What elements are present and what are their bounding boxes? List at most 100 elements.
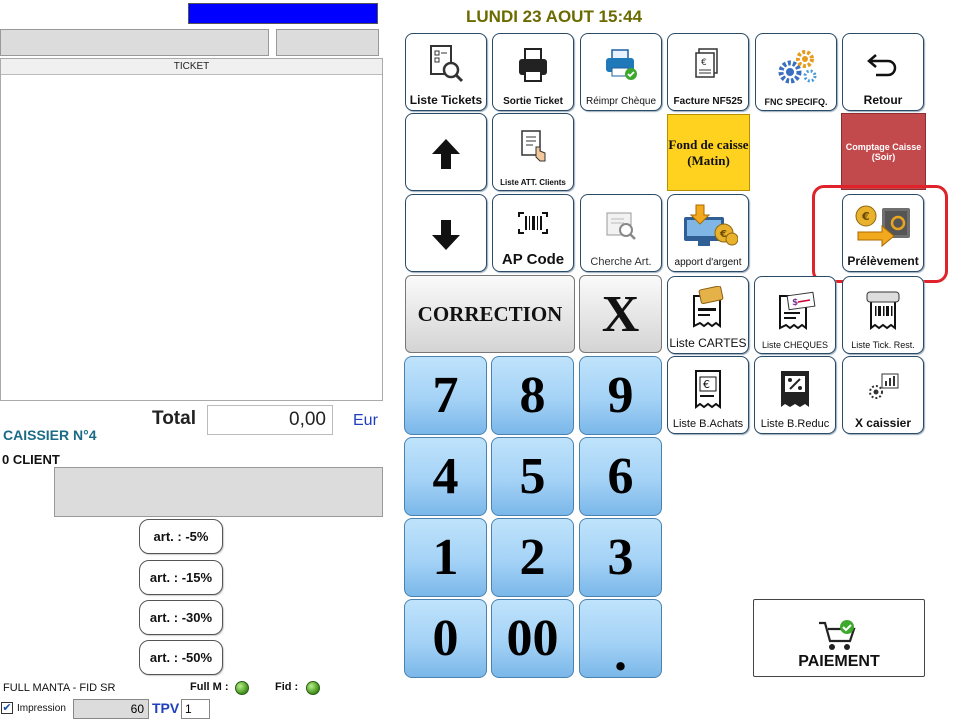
liste-att-clients-label: Liste ATT. Clients: [500, 178, 566, 187]
key-7[interactable]: 7: [404, 356, 487, 435]
key-decimal[interactable]: .: [579, 599, 662, 682]
key-2[interactable]: 2: [491, 518, 574, 597]
ap-code-label: AP Code: [501, 251, 565, 268]
status-bar-blue: [188, 3, 378, 24]
cart-check-icon: [819, 620, 856, 650]
cheque-receipt-icon: $: [779, 291, 816, 330]
sortie-ticket-button[interactable]: Sortie Ticket: [492, 33, 574, 111]
apport-argent-button[interactable]: € apport d'argent: [667, 194, 749, 272]
barcode-icon: [518, 212, 548, 234]
fid-status-icon: [306, 681, 320, 695]
fnc-specif-button[interactable]: FNC SPECIFQ.: [755, 33, 837, 111]
x-caissier-label: X caissier: [854, 416, 912, 430]
retour-label: Retour: [863, 93, 903, 107]
full-m-status-icon: [235, 681, 249, 695]
key-3[interactable]: 3: [579, 518, 662, 597]
paiement-button[interactable]: PAIEMENT: [753, 599, 925, 677]
mode-label: FULL MANTA - FID SR: [3, 682, 116, 694]
invoice-euro-icon: €: [695, 48, 718, 78]
fnc-specif-label: FNC SPECIFQ.: [764, 97, 828, 107]
retour-button[interactable]: Retour: [842, 33, 924, 111]
printer-check-icon: [606, 49, 637, 80]
total-label: Total: [152, 408, 196, 429]
prelevement-highlight: [812, 185, 948, 283]
total-value: 0,00: [207, 405, 333, 435]
print-count-field[interactable]: 60: [73, 699, 149, 719]
arrow-up-icon: [432, 138, 460, 169]
gears-icon: [778, 49, 817, 83]
discount-30-button[interactable]: art. : -30%: [139, 600, 223, 635]
ticket-panel: TICKET: [0, 58, 383, 401]
clear-button[interactable]: X: [579, 275, 662, 353]
reimpr-cheque-button[interactable]: Réimpr Chèque: [580, 33, 662, 111]
liste-tick-rest-button[interactable]: Liste Tick. Rest.: [842, 276, 924, 354]
liste-b-achats-label: Liste B.Achats: [672, 418, 744, 430]
list-touch-icon: [521, 130, 546, 162]
tpv-field[interactable]: 1: [181, 699, 210, 719]
key-8[interactable]: 8: [491, 356, 574, 435]
discount-5-button[interactable]: art. : -5%: [139, 519, 223, 554]
printer-icon: [519, 48, 547, 82]
discount-voucher-icon: [781, 370, 809, 407]
tpv-label: TPV: [152, 700, 180, 716]
key-0[interactable]: 0: [404, 599, 487, 678]
ticket-search-icon: [430, 44, 464, 82]
paiement-label: PAIEMENT: [798, 653, 880, 670]
reimpr-cheque-label: Réimpr Chèque: [585, 96, 657, 107]
impression-checkbox[interactable]: ✔: [1, 702, 13, 714]
svg-text:€: €: [701, 58, 707, 68]
key-6[interactable]: 6: [579, 437, 662, 516]
ticket-header: TICKET: [1, 59, 382, 75]
customer-field[interactable]: [0, 29, 269, 56]
info-field[interactable]: [276, 29, 379, 56]
comptage-caisse-button[interactable]: Comptage Caisse (Soir): [841, 113, 926, 190]
arrow-down-button[interactable]: [405, 194, 487, 272]
liste-tickets-label: Liste Tickets: [409, 93, 483, 107]
currency-label: Eur: [353, 412, 378, 429]
card-receipt-icon: [693, 285, 724, 328]
liste-b-achats-button[interactable]: € Liste B.Achats: [667, 356, 749, 434]
facture-button[interactable]: € Facture NF525: [667, 33, 749, 111]
full-m-label: Full M :: [190, 681, 229, 693]
key-5[interactable]: 5: [491, 437, 574, 516]
undo-arrow-icon: [867, 53, 897, 76]
liste-cartes-label: Liste CARTES: [669, 336, 747, 350]
correction-button[interactable]: CORRECTION: [405, 275, 575, 353]
fond-de-caisse-button[interactable]: Fond de caisse (Matin): [667, 114, 750, 191]
search-article-icon: [606, 212, 636, 240]
client-info-box: [54, 467, 383, 517]
pos-screen: TICKET Total 0,00 Eur CAISSIER N°4 0 CLI…: [0, 0, 960, 725]
liste-tick-rest-label: Liste Tick. Rest.: [851, 340, 915, 350]
key-1[interactable]: 1: [404, 518, 487, 597]
liste-cheques-button[interactable]: $ Liste CHEQUES: [754, 276, 836, 354]
impression-label: Impression: [17, 703, 66, 714]
discount-50-button[interactable]: art. : -50%: [139, 640, 223, 675]
voucher-euro-icon: €: [695, 369, 721, 409]
restaurant-ticket-icon: [866, 291, 900, 330]
cashier-report-icon: [869, 373, 899, 399]
liste-att-clients-button[interactable]: Liste ATT. Clients: [492, 113, 574, 191]
svg-text:$: $: [792, 298, 798, 308]
client-count: 0 CLIENT: [2, 452, 60, 467]
liste-tickets-button[interactable]: Liste Tickets: [405, 33, 487, 111]
key-9[interactable]: 9: [579, 356, 662, 435]
ap-code-button[interactable]: AP Code: [492, 194, 574, 272]
discount-15-button[interactable]: art. : -15%: [139, 560, 223, 595]
liste-cheques-label: Liste CHEQUES: [761, 340, 829, 350]
key-00[interactable]: 00: [491, 599, 574, 678]
arrow-up-button[interactable]: [405, 113, 487, 191]
apport-argent-label: apport d'argent: [674, 257, 742, 268]
fid-label: Fid :: [275, 681, 299, 693]
liste-b-reduc-button[interactable]: Liste B.Reduc: [754, 356, 836, 434]
x-caissier-button[interactable]: X caissier: [842, 356, 924, 434]
liste-b-reduc-label: Liste B.Reduc: [760, 418, 830, 430]
money-deposit-icon: €: [684, 204, 738, 246]
key-4[interactable]: 4: [404, 437, 487, 516]
liste-cartes-button[interactable]: Liste CARTES: [667, 276, 749, 354]
facture-label: Facture NF525: [673, 96, 743, 107]
cashier-label: CAISSIER N°4: [3, 427, 97, 443]
cherche-art-button[interactable]: Cherche Art.: [580, 194, 662, 272]
cherche-art-label: Cherche Art.: [590, 256, 652, 268]
sortie-ticket-label: Sortie Ticket: [503, 96, 563, 107]
date-time: LUNDI 23 AOUT 15:44: [466, 7, 643, 26]
